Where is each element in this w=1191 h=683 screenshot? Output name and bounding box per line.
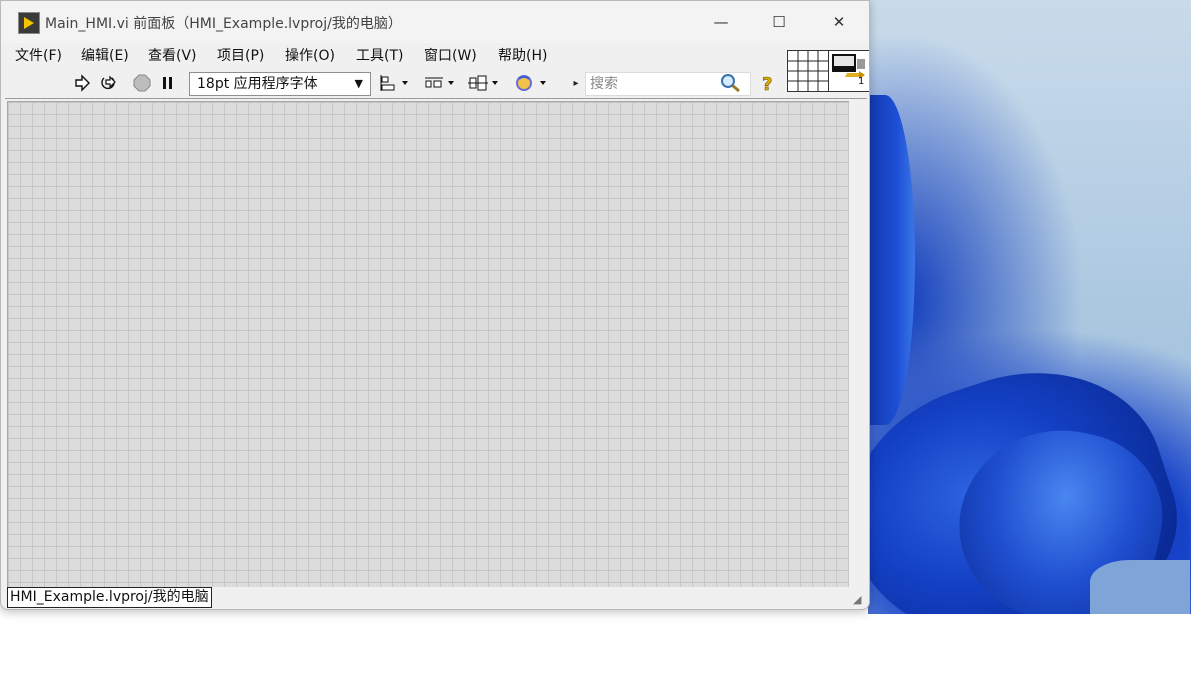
align-objects-icon[interactable]: [379, 69, 413, 97]
maximize-button[interactable]: ☐: [759, 7, 799, 37]
menu-operate[interactable]: 操作(O): [285, 45, 335, 65]
menu-window[interactable]: 窗口(W): [424, 45, 477, 65]
search-placeholder: 搜索: [590, 76, 618, 92]
pause-icon[interactable]: [158, 69, 178, 97]
context-status: HMI_Example.lvproj/我的电脑: [7, 587, 212, 608]
toolbar: 18pt 应用程序字体 ▼ ▸ 搜索 ?: [5, 69, 785, 99]
resize-objects-icon[interactable]: [467, 69, 503, 97]
run-arrow-icon[interactable]: [71, 69, 93, 97]
svg-text:?: ?: [762, 74, 772, 93]
close-button[interactable]: ✕: [819, 7, 859, 37]
front-panel-canvas[interactable]: [7, 101, 849, 588]
reorder-icon[interactable]: [513, 69, 551, 97]
font-select-value: 18pt 应用程序字体: [197, 76, 318, 92]
menu-bar: 文件(F) 编辑(E) 查看(V) 项目(P) 操作(O) 工具(T) 窗口(W…: [5, 43, 785, 67]
connector-number: 1: [858, 76, 865, 87]
labview-app-icon: [18, 12, 40, 34]
vertical-scrollbar[interactable]: [849, 101, 867, 587]
toolbar-divider: [5, 98, 867, 99]
menu-view[interactable]: 查看(V): [148, 45, 197, 65]
run-continuously-icon[interactable]: [97, 69, 121, 97]
menu-edit[interactable]: 编辑(E): [81, 45, 129, 65]
menu-file[interactable]: 文件(F): [15, 45, 62, 65]
wallpaper-bloom: [1090, 560, 1190, 614]
chevron-down-icon: ▼: [354, 77, 363, 90]
search-expand-icon[interactable]: ▸: [571, 69, 581, 97]
minimize-button[interactable]: —: [701, 7, 741, 37]
connector-pane-icon[interactable]: [787, 50, 829, 92]
menu-tools[interactable]: 工具(T): [356, 45, 403, 65]
distribute-objects-icon[interactable]: [423, 69, 459, 97]
abort-icon[interactable]: [131, 69, 153, 97]
search-icon[interactable]: [719, 69, 743, 97]
resize-grip-icon[interactable]: ◢: [853, 593, 861, 606]
menu-help[interactable]: 帮助(H): [498, 45, 547, 65]
context-help-icon[interactable]: ?: [757, 69, 779, 97]
title-bar[interactable]: Main_HMI.vi 前面板（HMI_Example.lvproj/我的电脑）…: [1, 1, 869, 43]
labview-front-panel-window: Main_HMI.vi 前面板（HMI_Example.lvproj/我的电脑）…: [0, 0, 870, 610]
window-title: Main_HMI.vi 前面板（HMI_Example.lvproj/我的电脑）: [45, 16, 402, 32]
vi-icon[interactable]: 1: [828, 50, 869, 92]
text-settings-dropdown[interactable]: 18pt 应用程序字体 ▼: [189, 72, 371, 96]
menu-project[interactable]: 项目(P): [217, 45, 264, 65]
